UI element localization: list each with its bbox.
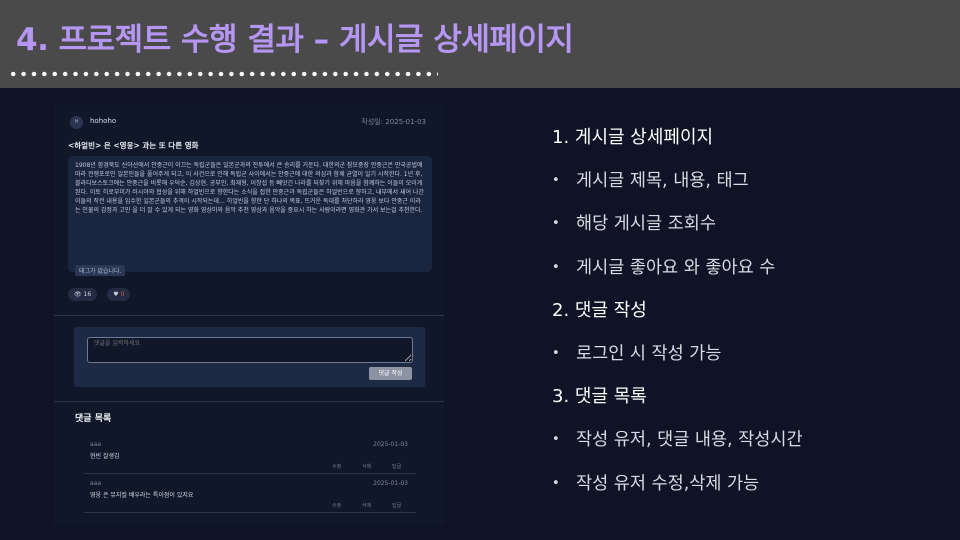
divider (54, 315, 444, 316)
submit-comment-button[interactable]: 댓글 작성 (369, 367, 412, 380)
section-heading: 1. 게시글 상세페이지 (552, 127, 714, 148)
author-row: H hohoho 작성일: 2025-01-03 (68, 116, 438, 130)
like-button[interactable]: ♥ 0 (107, 288, 131, 301)
divider (84, 473, 416, 474)
comment-item: aaa 2025-01-03 현빈 잘생김 수정 삭제 답글 (84, 441, 416, 481)
comments-title: 댓글 목록 (75, 414, 112, 424)
post-date: 작성일: 2025-01-03 (361, 118, 426, 126)
post-detail-screenshot: H hohoho 작성일: 2025-01-03 <하얼빈> 은 <영웅> 과는… (54, 105, 444, 525)
bullet-item: 작성 유저, 댓글 내용, 작성시간 (552, 428, 952, 471)
title-bar: 4. 프로젝트 수행 결과 – 게시글 상세페이지 (0, 0, 960, 88)
post-content: 1908년 함경북도 신아산에서 안중근이 이끄는 독립군들은 일본군과의 전투… (75, 162, 424, 214)
post-content-box: 1908년 함경북도 신아산에서 안중근이 이끄는 독립군들은 일본군과의 전투… (68, 156, 432, 276)
divider (54, 401, 444, 402)
dotted-divider (8, 71, 438, 77)
slide-title: 4. 프로젝트 수행 결과 – 게시글 상세페이지 (16, 22, 574, 58)
reply-comment-button[interactable]: 답글 (392, 463, 401, 470)
tag-badge: 태그가 없습니다. (75, 265, 126, 276)
divider (84, 512, 416, 513)
delete-comment-button[interactable]: 삭제 (362, 463, 371, 470)
bullet-item: 해당 게시글 조회수 (552, 212, 952, 255)
eye-icon: 👁 (74, 291, 82, 298)
heart-icon: ♥ (113, 291, 119, 298)
section-heading: 2. 댓글 작성 (552, 299, 647, 321)
delete-comment-button[interactable]: 삭제 (362, 502, 371, 509)
bullet-item: 게시글 제목, 내용, 태그 (552, 169, 952, 212)
comment-user: aaa (90, 441, 102, 448)
comment-input[interactable] (87, 337, 413, 363)
reply-comment-button[interactable]: 답글 (392, 502, 401, 509)
section-heading: 3. 댓글 목록 (552, 386, 647, 408)
comment-text: 영웅 은 뮤지컬 배우라는 특이점이 있지요 (90, 492, 194, 499)
slide: 4. 프로젝트 수행 결과 – 게시글 상세페이지 H hohoho 작성일: … (0, 0, 960, 540)
like-count: 0 (120, 291, 125, 298)
avatar: H (70, 116, 83, 129)
edit-comment-button[interactable]: 수정 (332, 463, 341, 470)
author-name[interactable]: hohoho (90, 117, 116, 125)
comment-user: aaa (90, 480, 102, 487)
edit-comment-button[interactable]: 수정 (332, 502, 341, 509)
comment-form: 댓글 작성 (74, 327, 425, 387)
view-count-badge: 👁 16 (68, 288, 98, 301)
post-stats: 👁 16 ♥ 0 (68, 281, 135, 301)
post-title: <하얼빈> 은 <영웅> 과는 또 다른 영화 (68, 141, 199, 150)
comment-date: 2025-01-03 (373, 441, 408, 448)
bullet-item: 작성 유저 수정,삭제 가능 (552, 472, 952, 515)
bullet-item: 로그인 시 작성 가능 (552, 342, 952, 385)
comment-item: aaa 2025-01-03 영웅 은 뮤지컬 배우라는 특이점이 있지요 수정… (84, 480, 416, 520)
bullet-item: 게시글 좋아요 와 좋아요 수 (552, 256, 952, 299)
feature-list: 1. 게시글 상세페이지 게시글 제목, 내용, 태그 해당 게시글 조회수 게… (552, 126, 952, 515)
view-count: 16 (83, 291, 92, 298)
comment-text: 현빈 잘생김 (90, 453, 120, 460)
comment-date: 2025-01-03 (373, 480, 408, 487)
